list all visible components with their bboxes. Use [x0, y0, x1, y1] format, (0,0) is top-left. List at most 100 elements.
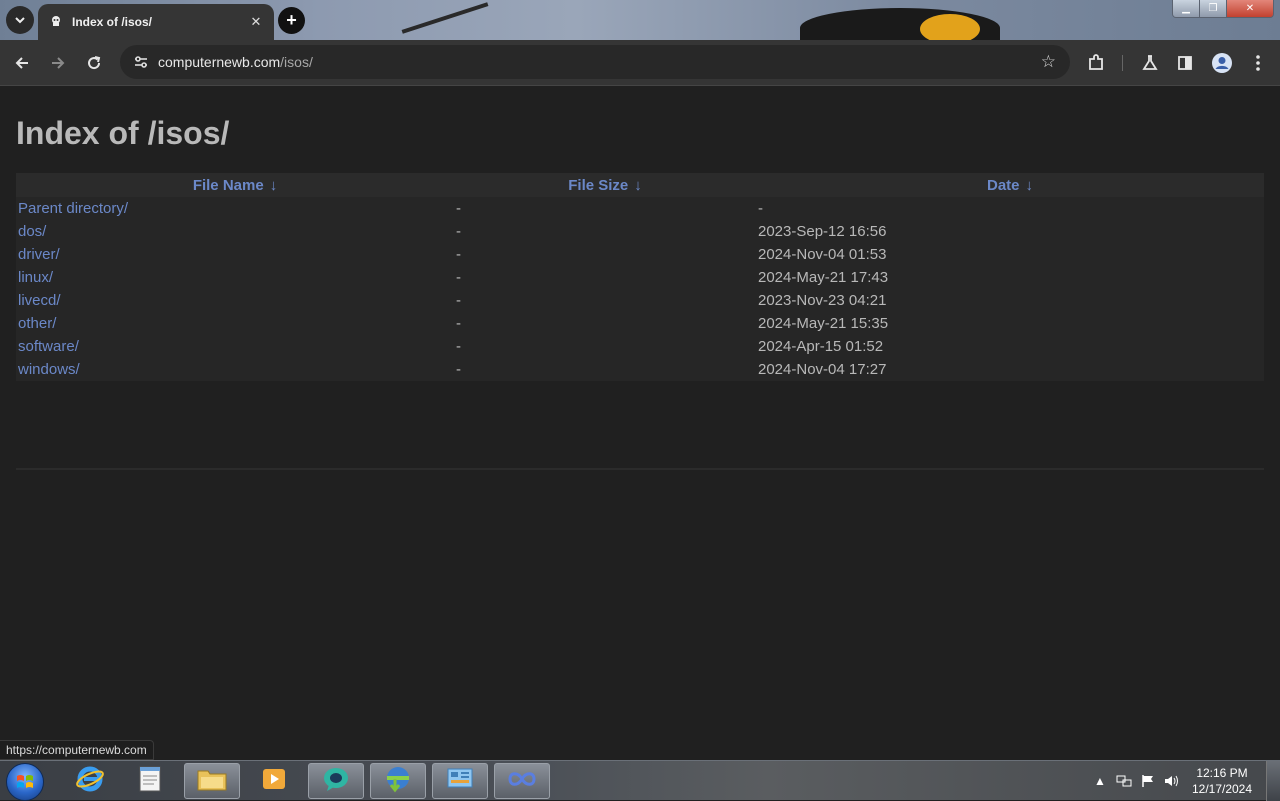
- link-status-bubble: https://computernewb.com: [0, 740, 154, 760]
- media-player-icon: [260, 765, 288, 798]
- flask-icon: [1142, 55, 1158, 70]
- file-size-cell: -: [456, 223, 461, 240]
- reload-button[interactable]: [80, 49, 108, 77]
- wallpaper-bird-beak: [920, 14, 980, 40]
- url-text: computernewb.com/isos/: [158, 54, 313, 70]
- infinity-app-icon: [506, 766, 538, 797]
- browser-tab[interactable]: Index of /isos/ ✕: [38, 4, 274, 40]
- notepad-icon: [137, 765, 163, 798]
- address-bar[interactable]: computernewb.com/isos/ ☆: [120, 45, 1070, 79]
- title-bar: Index of /isos/ ✕ + ▁ ❐ ✕: [0, 0, 1280, 40]
- table-row: other/ - 2024-May-21 15:35: [16, 312, 1264, 335]
- taskbar-app-internet-explorer[interactable]: [62, 763, 118, 799]
- taskbar-app-notepad[interactable]: [122, 763, 178, 799]
- date-cell: 2024-May-21 15:35: [758, 315, 889, 332]
- profile-button[interactable]: [1208, 49, 1236, 77]
- system-clock[interactable]: 12:16 PM 12/17/2024: [1184, 765, 1260, 797]
- date-cell: -: [758, 200, 763, 217]
- directory-link[interactable]: driver/: [18, 246, 60, 263]
- file-size-cell: -: [456, 315, 461, 332]
- file-size-cell: -: [456, 269, 461, 286]
- maximize-button[interactable]: ❐: [1200, 0, 1227, 17]
- plus-icon: +: [286, 10, 297, 30]
- windows-logo-icon: [17, 775, 33, 788]
- directory-listing-table: File Name ↓ File Size ↓ Date ↓ Parent direc…: [16, 173, 1264, 381]
- back-button[interactable]: [8, 49, 36, 77]
- extensions-button[interactable]: [1082, 49, 1110, 77]
- directory-link[interactable]: linux/: [18, 269, 53, 286]
- clock-date: 12/17/2024: [1191, 782, 1253, 796]
- date-cell: 2024-Nov-04 17:27: [758, 361, 887, 378]
- file-size-cell: -: [456, 338, 461, 355]
- taskbar-app-control-panel[interactable]: [432, 763, 488, 799]
- sort-arrow-icon: ↓: [269, 176, 278, 194]
- column-header-date[interactable]: Date ↓: [756, 173, 1264, 197]
- side-panel-button[interactable]: [1171, 49, 1199, 77]
- table-row: dos/ - 2023-Sep-12 16:56: [16, 220, 1264, 243]
- taskbar-app-download-manager[interactable]: [370, 763, 426, 799]
- taskbar-app-media-player[interactable]: [246, 763, 302, 799]
- labs-button[interactable]: [1136, 49, 1164, 77]
- page-title: Index of /isos/: [16, 115, 230, 151]
- show-hidden-icons-button[interactable]: ▲: [1088, 774, 1112, 788]
- date-cell: 2023-Sep-12 16:56: [758, 223, 887, 240]
- arrow-right-icon: [52, 57, 65, 69]
- table-bottom-border: [16, 468, 1264, 470]
- table-row: software/ - 2024-Apr-15 01:52: [16, 335, 1264, 358]
- directory-link[interactable]: other/: [18, 315, 56, 332]
- directory-link[interactable]: software/: [18, 338, 79, 355]
- pirate-flag-icon: [48, 14, 64, 30]
- sort-arrow-icon: ↓: [1025, 176, 1034, 194]
- column-label: File Size: [568, 176, 629, 194]
- file-size-cell: -: [456, 246, 461, 263]
- menu-button[interactable]: [1244, 49, 1272, 77]
- tab-search-button[interactable]: [6, 6, 34, 34]
- close-window-button[interactable]: ✕: [1227, 0, 1273, 17]
- bookmark-star-icon[interactable]: ☆: [1041, 52, 1056, 72]
- directory-link[interactable]: Parent directory/: [18, 200, 128, 217]
- forward-button[interactable]: [44, 49, 72, 77]
- column-header-file-name[interactable]: File Name ↓: [16, 173, 454, 197]
- new-tab-button[interactable]: +: [278, 7, 305, 34]
- taskbar-app-chat[interactable]: [308, 763, 364, 799]
- network-icon[interactable]: [1112, 774, 1136, 788]
- column-header-file-size[interactable]: File Size ↓: [454, 173, 756, 197]
- file-explorer-icon: [196, 765, 228, 798]
- window-controls: ▁ ❐ ✕: [1172, 0, 1274, 18]
- directory-link[interactable]: windows/: [18, 361, 80, 378]
- taskbar-app-file-explorer[interactable]: [184, 763, 240, 799]
- side-panel-icon: [1178, 56, 1192, 70]
- directory-link[interactable]: livecd/: [18, 292, 61, 309]
- browser-toolbar: computernewb.com/isos/ ☆: [0, 40, 1280, 86]
- table-row: windows/ - 2024-Nov-04 17:27: [16, 358, 1264, 381]
- taskbar: ▲ 12:16 PM 12/17/2024: [0, 760, 1280, 801]
- file-size-cell: -: [456, 292, 461, 309]
- reload-icon: [88, 56, 101, 70]
- date-cell: 2023-Nov-23 04:21: [758, 292, 887, 309]
- url-host: computernewb.com: [158, 54, 281, 70]
- action-center-flag-icon[interactable]: [1136, 774, 1160, 788]
- clock-time: 12:16 PM: [1196, 766, 1248, 780]
- directory-link[interactable]: dos/: [18, 223, 46, 240]
- show-desktop-button[interactable]: [1266, 761, 1280, 801]
- date-cell: 2024-Nov-04 01:53: [758, 246, 887, 263]
- download-manager-icon: [383, 765, 413, 798]
- file-size-cell: -: [456, 200, 461, 217]
- internet-explorer-icon: [75, 764, 105, 799]
- table-header-row: File Name ↓ File Size ↓ Date ↓: [16, 173, 1264, 197]
- sort-arrow-icon: ↓: [634, 176, 642, 194]
- file-size-cell: -: [456, 361, 461, 378]
- site-info-icon[interactable]: [126, 55, 156, 69]
- table-row: linux/ - 2024-May-21 17:43: [16, 266, 1264, 289]
- minimize-button[interactable]: ▁: [1173, 0, 1200, 17]
- chevron-down-icon: [15, 17, 25, 24]
- column-label: File Name: [192, 176, 264, 194]
- page-content: Index of /isos/ File Name ↓ File Size ↓ Da…: [0, 87, 1280, 760]
- system-tray: ▲ 12:16 PM 12/17/2024: [1088, 761, 1280, 801]
- taskbar-app-infinity[interactable]: [494, 763, 550, 799]
- start-button[interactable]: [6, 763, 44, 801]
- table-row: Parent directory/ - -: [16, 197, 1264, 220]
- url-path: /isos/: [280, 54, 313, 70]
- volume-icon[interactable]: [1160, 774, 1184, 788]
- close-tab-icon[interactable]: ✕: [248, 14, 264, 30]
